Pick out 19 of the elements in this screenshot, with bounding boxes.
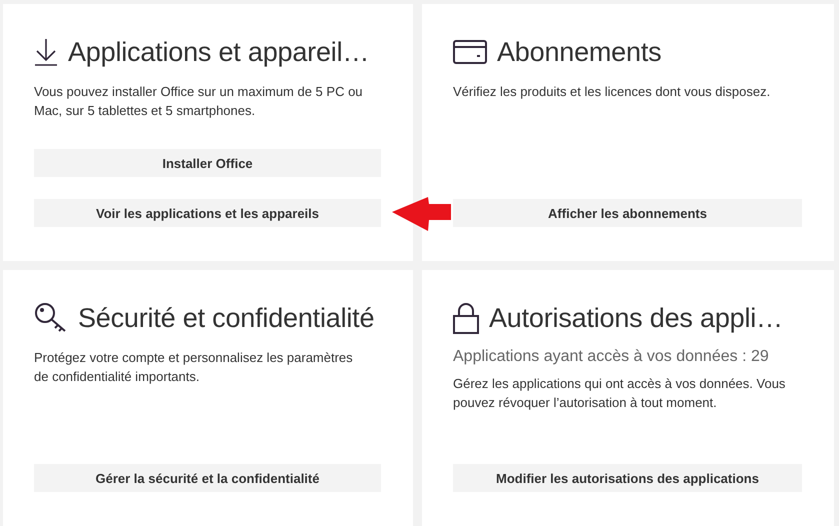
card-title: Abonnements <box>497 36 662 68</box>
card-title: Applications et appareil… <box>68 36 370 68</box>
card-title: Autorisations des appli… <box>489 302 783 334</box>
action-button[interactable]: Afficher les abonnements <box>453 199 802 227</box>
download-icon <box>34 38 58 66</box>
card-description: Vérifiez les produits et les licences dont vous disposez. <box>453 83 772 101</box>
action-button[interactable]: Installer Office <box>34 149 381 177</box>
card-description: Protégez votre compte et personnalisez les paramètres de confidentialité importants. <box>34 349 354 386</box>
action-button[interactable]: Voir les applications et les appareils <box>34 199 381 227</box>
key-icon <box>34 302 68 334</box>
pointer-arrow <box>392 196 451 232</box>
card-description: Gérez les applications qui ont accès à vos données. Vous pouvez révoquer l’autorisation à tout moment. <box>453 375 786 412</box>
card-description: Vous pouvez installer Office sur un maximum de 5 PC ou Mac, sur 5 tablettes et 5 smartphones. <box>34 83 364 120</box>
action-button[interactable]: Modifier les autorisations des applications <box>453 464 802 492</box>
lock-icon <box>453 302 479 334</box>
card-title: Sécurité et confidentialité <box>78 302 374 334</box>
credit-card-icon <box>453 40 487 64</box>
card-subtitle: Applications ayant accès à vos données : 29 <box>453 348 770 366</box>
action-button[interactable]: Gérer la sécurité et la confidentialité <box>34 464 381 492</box>
